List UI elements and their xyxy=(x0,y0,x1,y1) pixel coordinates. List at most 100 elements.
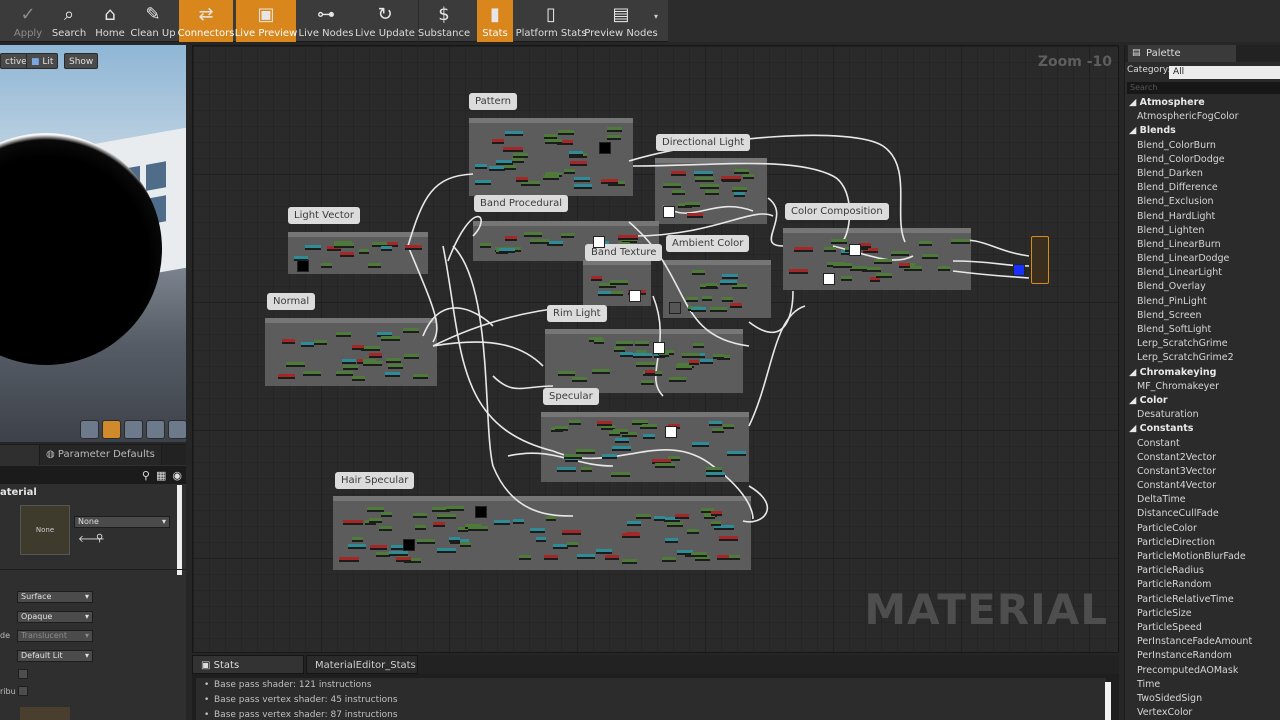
clean-up-button[interactable]: ✎ Clean Up xyxy=(130,0,176,42)
graph-node[interactable] xyxy=(334,243,355,249)
graph-node[interactable] xyxy=(543,175,559,181)
graph-node[interactable] xyxy=(414,524,427,530)
graph-node[interactable] xyxy=(341,358,357,364)
graph-node[interactable] xyxy=(681,352,700,358)
graph-node[interactable] xyxy=(339,557,360,563)
palette-category[interactable]: ◢ Atmosphere xyxy=(1125,96,1280,110)
graph-node[interactable] xyxy=(480,243,491,249)
graph-node[interactable] xyxy=(512,158,524,164)
graph-node[interactable] xyxy=(576,448,595,454)
live-nodes-button[interactable]: ⊶ Live Nodes xyxy=(299,0,354,42)
graph-node[interactable] xyxy=(572,377,587,383)
graph-node[interactable] xyxy=(841,276,852,282)
graph-node[interactable] xyxy=(710,520,722,526)
graph-node[interactable] xyxy=(521,181,541,187)
graph-node[interactable] xyxy=(789,269,809,275)
palette-item[interactable]: AtmosphericFogColor xyxy=(1125,110,1280,124)
palette-item[interactable]: DistanceCullFade xyxy=(1125,507,1280,521)
graph-node[interactable] xyxy=(544,133,558,139)
graph-node[interactable] xyxy=(685,201,700,207)
search-button[interactable]: ⌕ Search xyxy=(50,0,88,42)
graph-node[interactable] xyxy=(547,240,563,246)
graph-node[interactable] xyxy=(303,370,321,376)
graph-node[interactable] xyxy=(535,536,546,542)
details-scrollbar[interactable] xyxy=(177,485,182,575)
substance-button[interactable]: $ Substance xyxy=(418,0,470,42)
graph-node[interactable] xyxy=(389,551,409,557)
graph-node[interactable] xyxy=(719,536,739,542)
connectors-button[interactable]: ⇄ Connectors xyxy=(178,0,234,42)
graph-node[interactable] xyxy=(557,129,575,135)
graph-node[interactable] xyxy=(704,190,719,196)
graph-node[interactable] xyxy=(361,346,380,352)
graph-node[interactable] xyxy=(611,471,631,477)
graph-node[interactable] xyxy=(627,521,642,527)
graph-node[interactable] xyxy=(671,170,686,176)
palette-item[interactable]: PrecomputedAOMask xyxy=(1125,664,1280,678)
graph-node[interactable] xyxy=(685,297,698,303)
graph-node[interactable] xyxy=(368,263,381,269)
graph-node[interactable] xyxy=(640,379,654,385)
palette-category[interactable]: ◢ Color xyxy=(1125,394,1280,408)
comment-title[interactable]: Band Procedural xyxy=(474,195,569,212)
graph-node[interactable] xyxy=(716,555,729,561)
graph-node[interactable] xyxy=(448,537,461,543)
live-update-button[interactable]: ↻ Live Update xyxy=(355,0,415,42)
graph-node[interactable] xyxy=(445,505,464,511)
graph-node[interactable] xyxy=(618,234,639,240)
palette-item[interactable]: ParticleDirection xyxy=(1125,536,1280,550)
graph-node[interactable] xyxy=(388,364,404,370)
graph-node[interactable] xyxy=(606,134,621,140)
graph-node[interactable] xyxy=(691,270,706,276)
palette-item[interactable]: Blend_SoftLight xyxy=(1125,323,1280,337)
graph-node[interactable] xyxy=(873,259,892,265)
graph-node[interactable] xyxy=(375,552,391,558)
graph-node[interactable] xyxy=(576,553,596,559)
palette-item[interactable]: ParticleSpeed xyxy=(1125,621,1280,635)
graph-node[interactable] xyxy=(610,279,628,285)
graph-node[interactable] xyxy=(713,354,724,360)
graph-node[interactable] xyxy=(702,296,713,302)
palette-tab[interactable]: ▤ Palette xyxy=(1128,45,1236,62)
palette-item[interactable]: Blend_PinLight xyxy=(1125,295,1280,309)
stats-button[interactable]: ▮ Stats xyxy=(477,0,513,42)
graph-node[interactable] xyxy=(899,263,910,269)
graph-node[interactable] xyxy=(568,151,584,157)
graph-node[interactable] xyxy=(563,454,583,460)
stats-scrollbar[interactable] xyxy=(1105,682,1111,720)
graph-node[interactable] xyxy=(634,340,650,346)
graph-node[interactable] xyxy=(606,127,623,133)
graph-node[interactable] xyxy=(348,543,367,549)
graph-node[interactable] xyxy=(692,343,704,349)
comment-title[interactable]: Color Composition xyxy=(785,203,889,220)
graph-node[interactable] xyxy=(366,507,384,513)
graph-node[interactable] xyxy=(937,265,951,271)
graph-node[interactable] xyxy=(343,365,358,371)
palette-item[interactable]: ParticleRadius xyxy=(1125,564,1280,578)
palette-item[interactable]: ParticleColor xyxy=(1125,522,1280,536)
graph-node[interactable] xyxy=(613,346,625,352)
graph-node[interactable] xyxy=(612,446,632,452)
comment-title[interactable]: Rim Light xyxy=(547,305,607,322)
graph-node[interactable] xyxy=(687,528,699,534)
graph-node[interactable] xyxy=(557,371,575,377)
shading-model-dropdown[interactable]: Default Lit xyxy=(17,650,93,662)
category-dropdown[interactable]: All xyxy=(1169,66,1280,79)
material-domain-dropdown[interactable]: Surface xyxy=(17,591,93,603)
graph-node[interactable] xyxy=(404,354,419,360)
graph-node[interactable] xyxy=(733,191,746,197)
graph-node[interactable] xyxy=(694,176,715,182)
graph-node[interactable] xyxy=(664,538,678,544)
graph-node[interactable] xyxy=(475,164,488,170)
tangent-space-checkbox[interactable] xyxy=(18,686,28,696)
graph-node[interactable] xyxy=(491,138,505,144)
graph-node[interactable] xyxy=(662,182,681,188)
graph-node[interactable] xyxy=(605,555,619,561)
graph-node[interactable] xyxy=(677,550,693,556)
palette-item[interactable]: Constant4Vector xyxy=(1125,479,1280,493)
graph-node[interactable] xyxy=(564,168,576,174)
graph-node[interactable] xyxy=(691,307,706,313)
palette-item[interactable]: Blend_ColorDodge xyxy=(1125,153,1280,167)
graph-node[interactable] xyxy=(600,179,619,185)
graph-node[interactable] xyxy=(557,466,577,472)
